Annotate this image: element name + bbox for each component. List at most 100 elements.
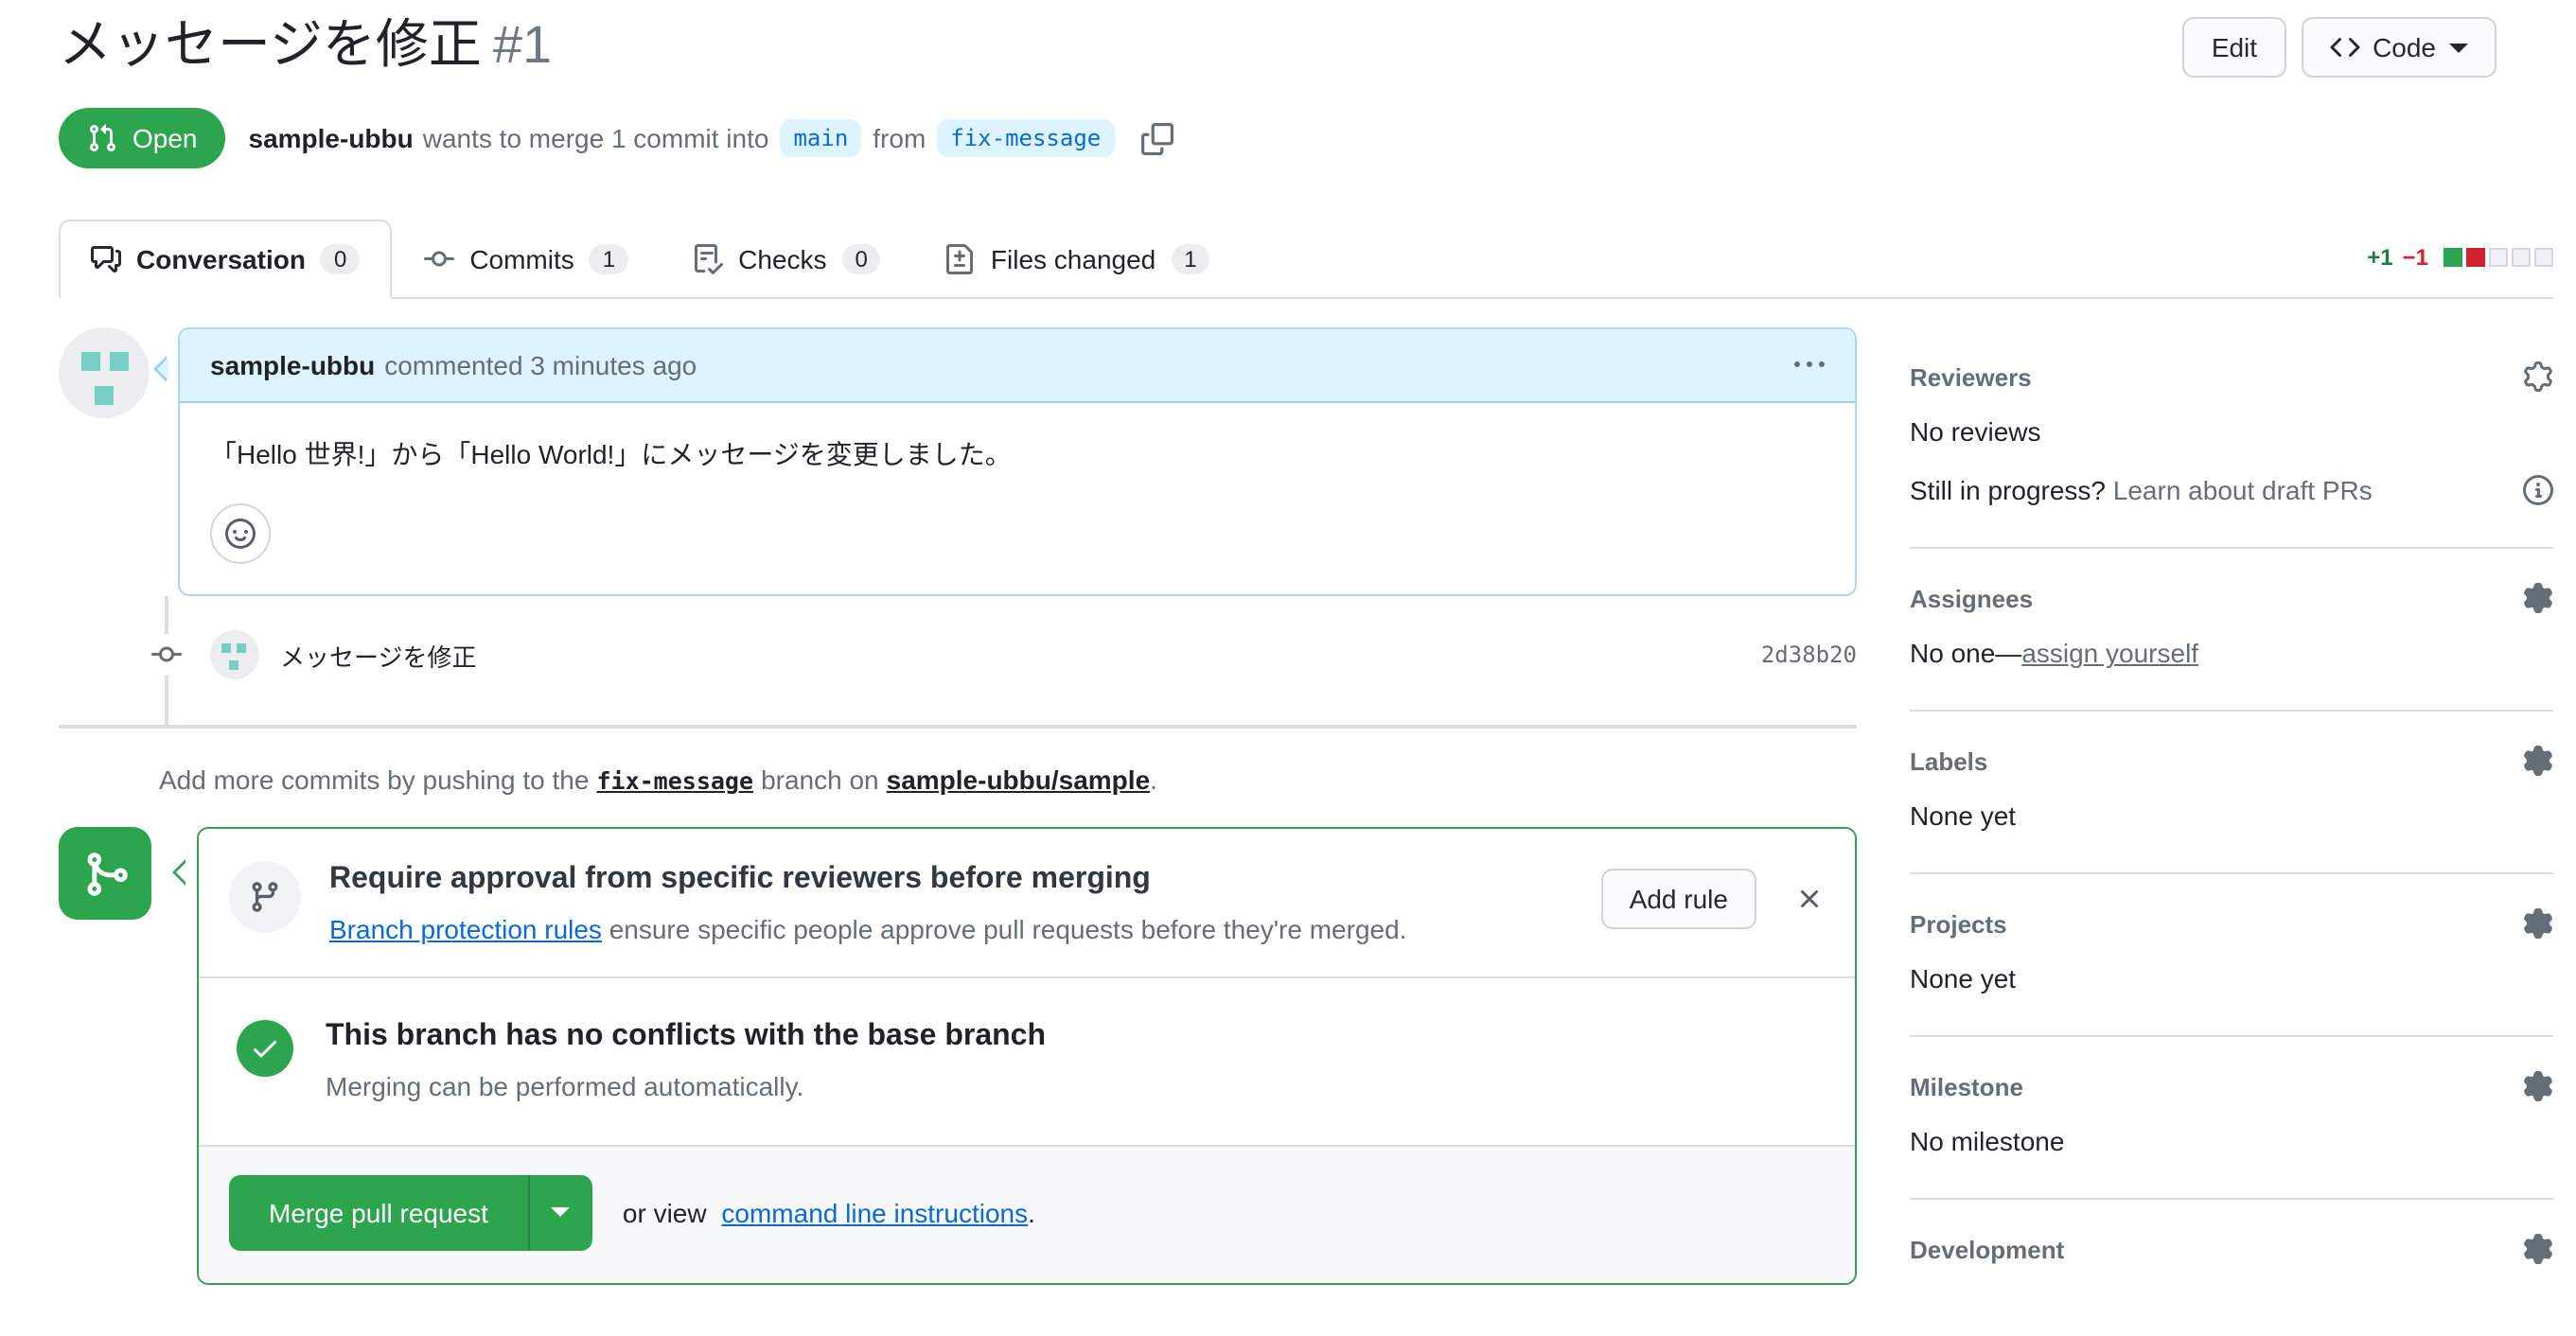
status-badge: Open bbox=[59, 108, 226, 169]
checklist-icon bbox=[693, 244, 724, 275]
tab-files-changed[interactable]: Files changed 1 bbox=[913, 220, 1243, 300]
milestone-heading: Milestone bbox=[1910, 1072, 2023, 1101]
merge-pull-request-button[interactable]: Merge pull request bbox=[229, 1174, 528, 1251]
tab-conversation[interactable]: Conversation 0 bbox=[59, 220, 393, 300]
pr-description-comment: sample-ubbu commented 3 minutes ago 「Hel… bbox=[153, 327, 1857, 597]
development-heading: Development bbox=[1910, 1235, 2065, 1264]
timeline-commit-area: メッセージを修正 2d38b20 bbox=[59, 596, 1857, 726]
push-hint-suffix: . bbox=[1150, 765, 1157, 796]
tab-commits[interactable]: Commits 1 bbox=[392, 220, 661, 300]
smiley-reaction-icon[interactable] bbox=[210, 503, 271, 565]
diffstat-block-added bbox=[2444, 248, 2462, 268]
avatar[interactable] bbox=[59, 327, 150, 419]
reviewers-empty-text: No reviews bbox=[1910, 416, 2041, 448]
milestone-empty-text: No milestone bbox=[1910, 1126, 2065, 1157]
tab-files-changed-label: Files changed bbox=[990, 244, 1156, 275]
tab-checks-count: 0 bbox=[841, 244, 881, 275]
push-hint-branch-link[interactable]: fix-message bbox=[596, 767, 753, 796]
pull-request-page: メッセージを修正 #1 Edit Code Open sample-ubbu wa… bbox=[0, 0, 2576, 1336]
comment-meta: commented 3 minutes ago bbox=[384, 350, 697, 381]
diffstat-blocks bbox=[2440, 248, 2553, 268]
assign-yourself-link[interactable]: assign yourself bbox=[2021, 639, 2198, 669]
commit-sha-link[interactable]: 2d38b20 bbox=[1761, 642, 1857, 669]
gear-icon[interactable] bbox=[2523, 1071, 2553, 1102]
page-title: メッセージを修正 #1 bbox=[59, 11, 2553, 80]
sidebar-section-milestone: Milestone No milestone bbox=[1910, 1038, 2553, 1201]
kebab-menu-icon[interactable] bbox=[1794, 351, 1825, 381]
avatar-pixel bbox=[229, 660, 238, 671]
comment-author[interactable]: sample-ubbu bbox=[210, 351, 375, 381]
gear-icon[interactable] bbox=[2523, 908, 2553, 940]
tab-commits-count: 1 bbox=[589, 244, 629, 275]
or-view-text: or view bbox=[622, 1197, 707, 1228]
labels-heading: Labels bbox=[1910, 747, 1988, 776]
file-diff-icon bbox=[945, 244, 976, 275]
no-conflicts-title: This branch has no conflicts with the ba… bbox=[326, 1020, 1047, 1053]
command-line-instructions-link[interactable]: command line instructions bbox=[721, 1198, 1028, 1228]
edit-button[interactable]: Edit bbox=[2182, 17, 2286, 78]
diffstat-block-neutral bbox=[2489, 248, 2508, 268]
status-badge-label: Open bbox=[132, 123, 198, 154]
avatar-pixel bbox=[237, 643, 246, 654]
pr-header: メッセージを修正 #1 Edit Code bbox=[59, 11, 2553, 80]
rule-subtitle-text: ensure specific people approve pull requ… bbox=[609, 914, 1407, 945]
merge-options-dropdown[interactable] bbox=[527, 1174, 592, 1251]
add-rule-button[interactable]: Add rule bbox=[1600, 869, 1756, 930]
head-branch-label[interactable]: fix-message bbox=[937, 119, 1115, 158]
tab-commits-label: Commits bbox=[469, 244, 574, 275]
tab-files-changed-count: 1 bbox=[1171, 244, 1210, 275]
no-conflicts-subtitle: Merging can be performed automatically. bbox=[326, 1070, 804, 1101]
sidebar-section-reviewers: Reviewers No reviews Still in progress? … bbox=[1910, 336, 2553, 550]
chevron-down-icon bbox=[551, 1207, 571, 1218]
diffstat-block-neutral bbox=[2512, 248, 2531, 268]
discussion-timeline: sample-ubbu commented 3 minutes ago 「Hel… bbox=[59, 327, 1857, 1307]
add-rule-button-label: Add rule bbox=[1629, 884, 1728, 915]
draft-prompt-text: Still in progress? bbox=[1910, 475, 2106, 506]
comment-header: sample-ubbu commented 3 minutes ago bbox=[180, 329, 1855, 404]
gear-icon[interactable] bbox=[2523, 583, 2553, 614]
comment-body-text: 「Hello 世界!」から「Hello World!」にメッセージを変更しました… bbox=[210, 439, 1012, 470]
learn-draft-prs-link[interactable]: Learn about draft PRs bbox=[2113, 476, 2373, 506]
rule-title: Require approval from specific reviewers… bbox=[329, 863, 1151, 896]
info-icon[interactable] bbox=[2523, 475, 2553, 506]
pr-author[interactable]: sample-ubbu bbox=[249, 124, 414, 154]
push-hint-repo-link[interactable]: sample-ubbu/sample bbox=[887, 765, 1151, 796]
git-pull-request-icon bbox=[87, 124, 117, 154]
copy-icon[interactable] bbox=[1140, 122, 1173, 155]
branch-protection-rule-section: Require approval from specific reviewers… bbox=[199, 830, 1855, 979]
assignees-heading: Assignees bbox=[1910, 584, 2034, 613]
pr-tab-nav: Conversation 0 Commits 1 Checks 0 Files … bbox=[59, 220, 2553, 300]
merge-summary-text: wants to merge 1 commit into bbox=[422, 123, 769, 154]
sidebar-section-development: Development bbox=[1910, 1201, 2553, 1307]
merge-box: Require approval from specific reviewers… bbox=[172, 827, 1857, 1285]
base-branch-label[interactable]: main bbox=[780, 119, 862, 158]
labels-empty-text: None yet bbox=[1910, 800, 2017, 832]
avatar-pixel bbox=[95, 386, 114, 406]
assignees-empty-text: No one— bbox=[1910, 638, 2022, 669]
tab-checks[interactable]: Checks 0 bbox=[661, 220, 913, 300]
commit-message-link[interactable]: メッセージを修正 bbox=[280, 638, 477, 674]
commit-author-avatar[interactable] bbox=[210, 630, 259, 680]
tab-conversation-label: Conversation bbox=[136, 244, 306, 275]
branch-protection-rules-link[interactable]: Branch protection rules bbox=[329, 914, 602, 944]
sidebar-section-assignees: Assignees No one—assign yourself bbox=[1910, 550, 2553, 712]
reviewers-heading: Reviewers bbox=[1910, 362, 2032, 392]
tab-conversation-count: 0 bbox=[320, 244, 361, 275]
gear-icon[interactable] bbox=[2523, 1234, 2553, 1265]
push-hint-prefix: Add more commits by pushing to the bbox=[159, 765, 590, 796]
cli-suffix: . bbox=[1028, 1197, 1035, 1228]
code-icon bbox=[2329, 32, 2359, 62]
tab-checks-label: Checks bbox=[738, 244, 827, 275]
diffstat-block-neutral bbox=[2534, 248, 2553, 268]
merge-actions-footer: Merge pull request or view command line … bbox=[199, 1146, 1855, 1283]
gear-icon[interactable] bbox=[2523, 746, 2553, 777]
git-branch-icon bbox=[229, 861, 301, 934]
git-commit-icon bbox=[146, 634, 187, 677]
commit-row: メッセージを修正 2d38b20 bbox=[59, 630, 1857, 680]
close-icon[interactable] bbox=[1794, 885, 1825, 915]
push-hint: Add more commits by pushing to the fix-me… bbox=[59, 730, 1857, 796]
code-button[interactable]: Code bbox=[2301, 17, 2497, 78]
code-button-label: Code bbox=[2373, 32, 2436, 62]
merge-button-label: Merge pull request bbox=[269, 1197, 488, 1228]
gear-icon[interactable] bbox=[2523, 361, 2553, 393]
